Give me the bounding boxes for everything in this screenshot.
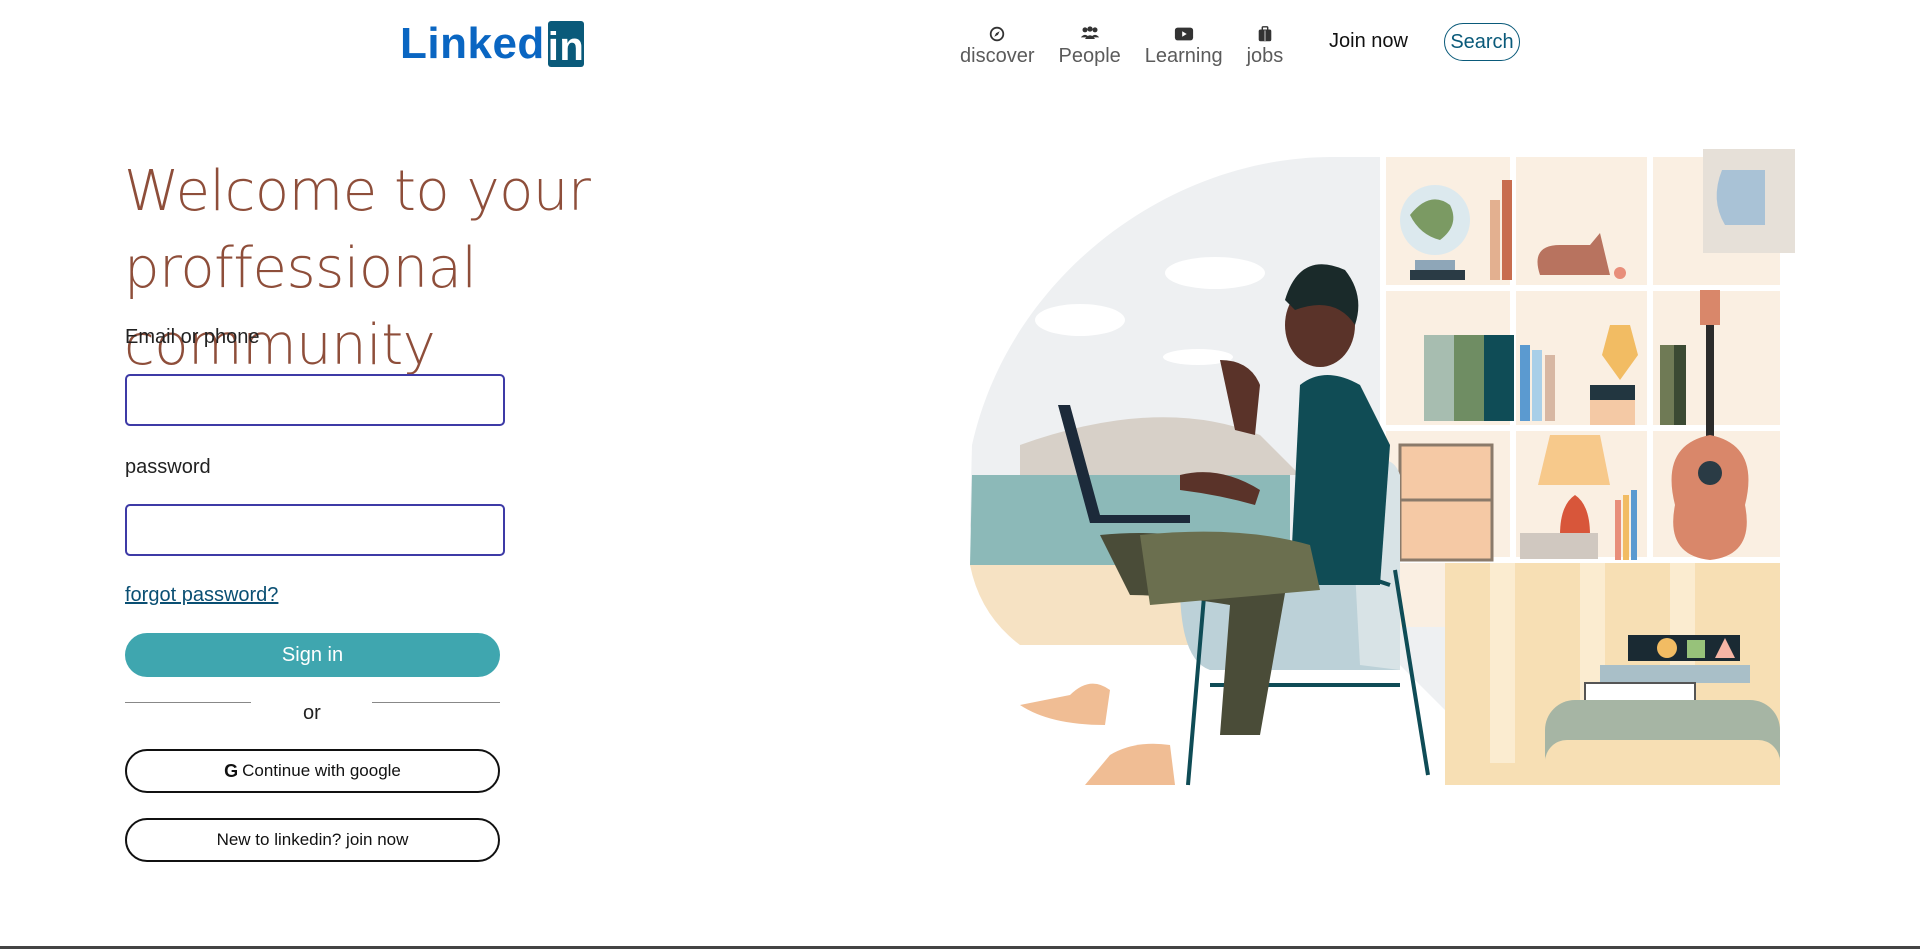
headline-line-1: Welcome to your (124, 159, 591, 224)
nav-discover[interactable]: discover (960, 25, 1034, 68)
forgot-password-link[interactable]: forgot password? (125, 584, 278, 607)
nav-join-link[interactable]: Join now (1329, 30, 1408, 53)
play-icon (1174, 27, 1193, 41)
compass-icon (990, 26, 1005, 42)
hero-illustration (970, 149, 1795, 786)
email-label: Email or phone (125, 326, 260, 348)
nav-label: jobs (1246, 45, 1284, 67)
linkedin-logo[interactable]: Linked in (400, 19, 584, 69)
nav-people[interactable]: People (1058, 25, 1121, 68)
search-button[interactable]: Search (1444, 23, 1520, 61)
briefcase-icon (1258, 26, 1272, 42)
password-field[interactable] (125, 504, 505, 556)
join-now-button[interactable]: New to linkedin? join now (125, 818, 500, 862)
page-headline: Welcome to your proffessional community (124, 153, 764, 384)
email-field[interactable] (125, 374, 505, 426)
logo-text: Linked (400, 19, 545, 68)
google-button-label: Continue with google (242, 761, 401, 780)
sign-in-button[interactable]: Sign in (125, 633, 500, 677)
divider-left (125, 702, 251, 703)
google-icon: G (224, 760, 239, 781)
nav-learning[interactable]: Learning (1145, 25, 1223, 68)
divider-or: or (303, 702, 321, 724)
nav-label: discover (960, 45, 1035, 67)
nav-label: People (1058, 45, 1121, 67)
nav-label: Learning (1144, 45, 1223, 67)
password-label: password (125, 456, 211, 478)
headline-line-2: proffessional community (124, 236, 477, 378)
nav-jobs[interactable]: jobs (1246, 25, 1284, 68)
people-icon (1080, 26, 1099, 39)
continue-with-google-button[interactable]: G Continue with google (125, 749, 500, 793)
logo-in-box: in (547, 21, 584, 69)
divider-right (372, 702, 500, 703)
top-nav: discover People Learning jobs (960, 18, 1307, 68)
